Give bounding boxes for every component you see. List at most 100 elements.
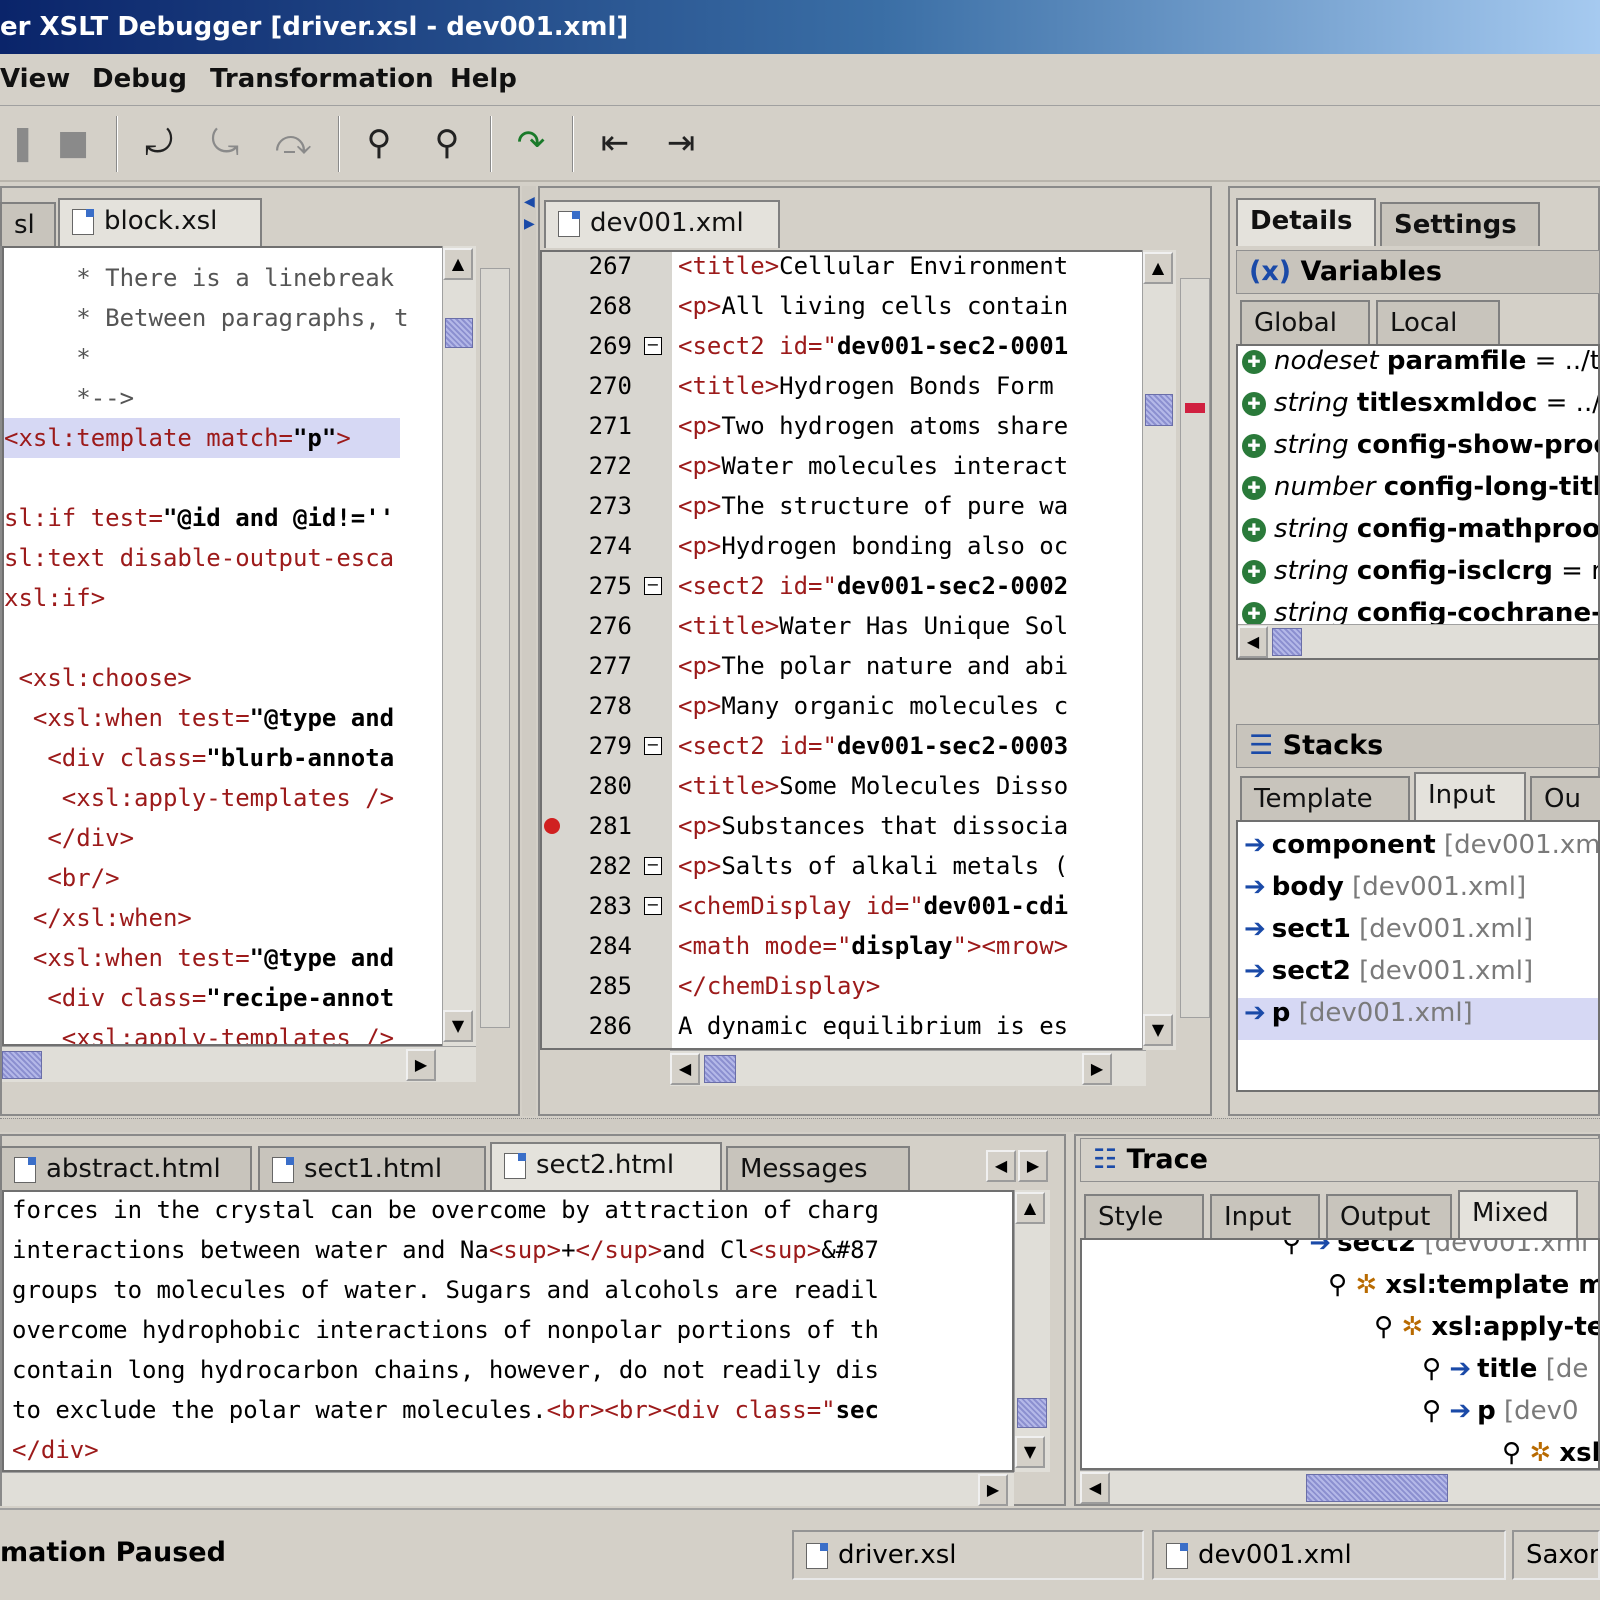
tab-dev001-xml[interactable]: dev001.xml [544, 200, 780, 248]
variable-row[interactable]: ✚ string config-mathproof- [1242, 508, 1598, 550]
variable-type: string [1274, 388, 1349, 418]
scroll-right-button[interactable]: ▶ [406, 1049, 436, 1081]
stack-item[interactable]: ➔component [dev001.xml] [1244, 824, 1598, 866]
trace-node[interactable]: ⚲ ✲ xsl:apply-te [1374, 1306, 1598, 1348]
step-into-icon[interactable]: ⤾ [132, 116, 186, 170]
stack-item[interactable]: ➔ body [dev001.xml] [1244, 866, 1526, 908]
tab-block-xsl[interactable]: block.xsl [58, 198, 262, 246]
stop-icon[interactable]: ■ [46, 116, 100, 170]
trace-node[interactable]: ⚲ ➔ title [de [1422, 1348, 1588, 1390]
tab-style[interactable]: Style [1084, 1194, 1204, 1238]
trace-node[interactable]: ⚲ ➔ p [dev0 [1422, 1390, 1579, 1432]
find-next-icon[interactable]: ⚲ [420, 116, 474, 170]
scroll-right-button[interactable]: ▶ [978, 1474, 1008, 1506]
scroll-up-button[interactable]: ▲ [1143, 252, 1173, 284]
tab-mixed[interactable]: Mixed [1458, 1190, 1578, 1238]
scroll-left-button[interactable]: ◀ [1238, 626, 1268, 658]
tab-template[interactable]: Template [1240, 776, 1410, 820]
tab-messages[interactable]: Messages [726, 1146, 910, 1190]
variable-row[interactable]: ✚ string titlesxmldoc = ../ti [1242, 382, 1598, 424]
tab-output[interactable]: Ou [1530, 776, 1600, 820]
menu-help[interactable]: Help [450, 64, 517, 94]
vertical-splitter[interactable]: ◀ ▶ [522, 186, 536, 1116]
fold-toggle-icon[interactable]: − [644, 897, 662, 915]
left-code-area[interactable]: * There is a linebreak * Between paragra… [2, 246, 476, 1046]
output-vertical-scrollbar[interactable]: ▲ ▼ [1014, 1190, 1050, 1472]
middle-code-area[interactable]: 267 <title>Cellular Environment 268 <p>All … [540, 250, 1148, 1050]
scroll-thumb[interactable] [1306, 1474, 1448, 1502]
menu-view[interactable]: View [0, 64, 70, 94]
scroll-thumb[interactable] [1272, 628, 1302, 656]
tab-local[interactable]: Local [1376, 300, 1500, 344]
step-out-icon[interactable]: ⤼ [266, 116, 320, 170]
expand-right-arrow-icon[interactable]: ▶ [524, 216, 535, 232]
menu-transformation[interactable]: Transformation [210, 64, 434, 94]
output-line: overcome hydrophobic interactions of non… [12, 1310, 879, 1350]
run-to-cursor-icon[interactable]: ↷ [504, 116, 558, 170]
scroll-thumb[interactable] [704, 1055, 736, 1083]
trace-horizontal-scrollbar[interactable]: ◀ [1080, 1470, 1600, 1504]
fold-toggle-icon[interactable]: − [644, 857, 662, 875]
collapse-icon[interactable]: ⇤ [588, 116, 642, 170]
scroll-right-button[interactable]: ▶ [1082, 1053, 1112, 1085]
breakpoint-icon[interactable] [544, 818, 560, 834]
code-line: <p>Salts of alkali metals ( [678, 846, 1068, 886]
code-line: <p>Substances that dissocia [678, 806, 1068, 846]
output-text-area[interactable]: forces in the crystal can be overcome by… [2, 1190, 1014, 1472]
middle-vertical-scrollbar[interactable]: ▲ ▼ [1142, 250, 1176, 1050]
find-icon[interactable]: ⚲ [352, 116, 406, 170]
stack-item[interactable]: ➔ sect2 [dev001.xml] [1244, 950, 1533, 992]
menu-debug[interactable]: Debug [92, 64, 187, 94]
tab-trace-output[interactable]: Output [1326, 1194, 1452, 1238]
pause-icon[interactable]: ❚❚ [0, 116, 37, 170]
scroll-down-button[interactable]: ▼ [1015, 1436, 1045, 1468]
scroll-thumb[interactable] [445, 318, 473, 348]
stack-item[interactable]: ➔ sect1 [dev001.xml] [1244, 908, 1533, 950]
tab-global[interactable]: Global [1240, 300, 1370, 344]
scroll-left-button[interactable]: ◀ [670, 1053, 700, 1085]
stack-item[interactable]: ➔ p [dev001.xml] [1244, 992, 1473, 1034]
fold-toggle-icon[interactable]: − [644, 337, 662, 355]
tab-details[interactable]: Details [1236, 198, 1376, 246]
tab-settings[interactable]: Settings [1380, 202, 1540, 246]
left-horizontal-scrollbar[interactable]: ▶ [2, 1046, 476, 1082]
tab-input[interactable]: Input [1414, 772, 1526, 820]
variable-row[interactable]: ✚ number config-long-title [1242, 466, 1598, 508]
scroll-left-button[interactable]: ◀ [1080, 1472, 1110, 1504]
tab-sect1-html[interactable]: sect1.html [258, 1146, 486, 1190]
code-line: <div class="blurb-annota [4, 744, 395, 772]
breakpoint-marker-icon[interactable] [1185, 403, 1205, 413]
left-vertical-scrollbar[interactable]: ▲ ▼ [442, 246, 476, 1046]
tabs-scroll-right-button[interactable]: ▶ [1018, 1150, 1048, 1182]
scroll-thumb[interactable] [2, 1051, 42, 1079]
scroll-thumb[interactable] [1017, 1398, 1047, 1428]
tab-sect2-html[interactable]: sect2.html [490, 1142, 722, 1190]
variables-horizontal-scrollbar[interactable]: ◀ [1238, 624, 1598, 658]
variable-row[interactable]: ✚ nodeset paramfile = ../te [1242, 346, 1598, 382]
variable-row[interactable]: ✚ string config-isclcrg = n [1242, 550, 1598, 592]
tab-trace-input[interactable]: Input [1210, 1194, 1320, 1238]
tabs-scroll-left-button[interactable]: ◀ [986, 1150, 1016, 1182]
output-horizontal-scrollbar[interactable]: ▶ [2, 1472, 1014, 1506]
scroll-thumb[interactable] [1145, 394, 1173, 426]
middle-horizontal-scrollbar[interactable]: ◀ ▶ [670, 1050, 1146, 1086]
scroll-down-button[interactable]: ▼ [1143, 1014, 1173, 1046]
variable-row[interactable]: ✚ string config-show-prod [1242, 424, 1598, 466]
arrow-right-icon: ➔ [1449, 1396, 1472, 1426]
fold-toggle-icon[interactable]: − [644, 737, 662, 755]
output-segment: <sup> [488, 1236, 562, 1264]
collapse-left-arrow-icon[interactable]: ◀ [524, 194, 535, 210]
trace-node[interactable]: ⚲ ➔ sect2 [dev001.xml [1282, 1240, 1588, 1264]
trace-node[interactable]: ⚲ ✲ xsl:t [1502, 1432, 1598, 1468]
trace-node[interactable]: ⚲ ✲ xsl:template m [1328, 1264, 1598, 1306]
scroll-up-button[interactable]: ▲ [1015, 1192, 1045, 1224]
line-number: 274 [588, 532, 632, 560]
fold-toggle-icon[interactable]: − [644, 577, 662, 595]
scroll-down-button[interactable]: ▼ [443, 1010, 473, 1042]
horizontal-splitter[interactable] [0, 1118, 1600, 1132]
scroll-up-button[interactable]: ▲ [443, 248, 473, 280]
expand-icon[interactable]: ⇥ [654, 116, 708, 170]
tab-driver-xsl[interactable]: sl [0, 202, 56, 246]
tab-abstract-html[interactable]: abstract.html [0, 1146, 252, 1190]
step-over-icon[interactable]: ⤿ [198, 116, 252, 170]
